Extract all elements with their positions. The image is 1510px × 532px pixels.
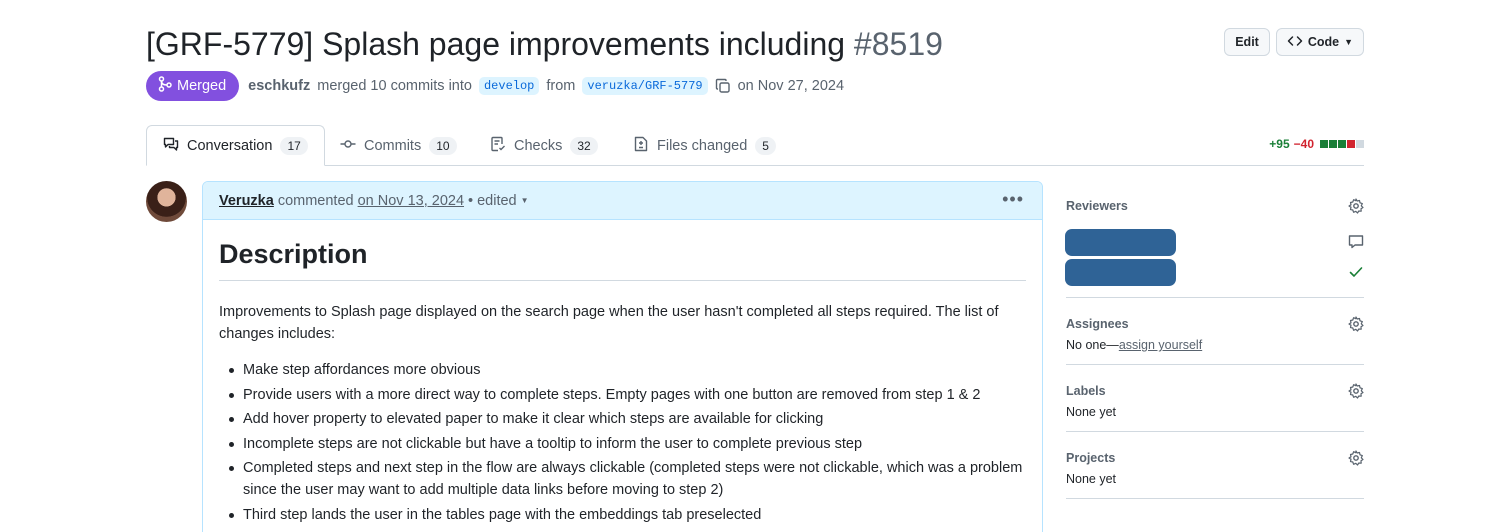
checklist-icon	[490, 136, 506, 156]
tab-checks-count: 32	[570, 136, 598, 155]
pr-tabs: Conversation 17 Commits 10 Checks 32 Fil…	[146, 125, 1364, 166]
gear-icon[interactable]	[1348, 383, 1364, 404]
comment-header: Veruzka commented on Nov 13, 2024 • edit…	[203, 182, 1042, 220]
diff-block	[1338, 140, 1346, 148]
edit-button-label: Edit	[1235, 35, 1259, 49]
redacted-reviewer	[1065, 229, 1176, 256]
diff-blocks	[1320, 140, 1364, 148]
tab-conversation-label: Conversation	[187, 137, 273, 154]
check-icon	[1348, 264, 1364, 285]
projects-value: None yet	[1066, 472, 1117, 486]
header-actions: Edit Code ▼	[1224, 28, 1364, 56]
diff-block	[1347, 140, 1355, 148]
assignees-heading: Assignees	[1066, 317, 1129, 331]
conversation-icon	[163, 136, 179, 156]
pr-title-text: [GRF-5779] Splash page improvements incl…	[146, 26, 846, 62]
assign-yourself-link[interactable]: assign yourself	[1119, 338, 1202, 352]
pr-title: [GRF-5779] Splash page improvements incl…	[146, 24, 1364, 64]
tab-commits-count: 10	[429, 136, 457, 155]
reviewer-row[interactable]	[1065, 227, 1364, 257]
tab-conversation[interactable]: Conversation 17	[146, 125, 325, 166]
reviewers-heading: Reviewers	[1066, 199, 1128, 213]
kebab-menu-icon[interactable]: •••	[1002, 190, 1024, 208]
list-item: Completed steps and next step in the flo…	[219, 457, 1026, 501]
comment-author[interactable]: Veruzka	[219, 193, 274, 209]
copy-icon[interactable]	[715, 78, 731, 94]
diff-block	[1329, 140, 1337, 148]
list-item: Add hover property to elevated paper to …	[219, 408, 1026, 430]
state-label: Merged	[177, 78, 227, 94]
labels-section: Labels None yet	[1066, 377, 1364, 432]
from-text: from	[546, 78, 576, 94]
diff-block	[1320, 140, 1328, 148]
labels-value: None yet	[1066, 405, 1117, 419]
code-icon	[1287, 33, 1303, 52]
gear-icon[interactable]	[1348, 450, 1364, 471]
list-item: Make step affordances more obvious	[219, 359, 1026, 381]
tab-files-changed-count: 5	[755, 136, 776, 155]
merge-icon	[158, 76, 172, 96]
pr-number: #8519	[853, 26, 943, 62]
projects-heading: Projects	[1066, 451, 1116, 465]
list-item: Provide users with a more direct way to …	[219, 384, 1026, 406]
diffstat[interactable]: +95 −40	[1269, 137, 1364, 151]
pull-request-page: [GRF-5779] Splash page improvements incl…	[0, 0, 1510, 532]
tab-commits-label: Commits	[364, 137, 422, 154]
gear-icon[interactable]	[1348, 198, 1364, 219]
commit-icon	[340, 136, 356, 156]
redacted-reviewer	[1065, 259, 1176, 286]
head-branch[interactable]: veruzka/GRF-5779	[582, 77, 708, 95]
pr-description-comment: Veruzka commented on Nov 13, 2024 • edit…	[202, 181, 1043, 532]
comment-date[interactable]: on Nov 13, 2024	[358, 193, 464, 209]
pr-header: [GRF-5779] Splash page improvements incl…	[146, 24, 1364, 66]
description-heading: Description	[219, 238, 1026, 281]
edited-label: edited	[477, 192, 517, 209]
merge-action-text: merged 10 commits into	[317, 78, 472, 94]
chevron-down-icon: ▼	[520, 196, 529, 205]
chevron-down-icon: ▼	[1344, 37, 1353, 47]
tab-files-changed[interactable]: Files changed 5	[617, 125, 792, 166]
tab-files-changed-label: Files changed	[657, 137, 748, 154]
edited-dropdown[interactable]: edited ▼	[477, 193, 528, 209]
tab-conversation-count: 17	[280, 136, 308, 155]
edit-button[interactable]: Edit	[1224, 28, 1270, 56]
merger-username[interactable]: eschkufz	[248, 78, 310, 94]
pr-sidebar: Reviewers Assignees No one—assign yourse…	[1065, 185, 1364, 499]
list-item: Third step lands the user in the tables …	[219, 504, 1026, 526]
assignees-none: No one—	[1066, 338, 1119, 352]
assignees-value: No one—assign yourself	[1066, 338, 1364, 352]
projects-section: Projects None yet	[1066, 444, 1364, 499]
reviewers-section: Reviewers	[1065, 185, 1364, 298]
tab-checks[interactable]: Checks 32	[474, 125, 614, 166]
merged-state-badge: Merged	[146, 71, 240, 101]
diff-block	[1356, 140, 1364, 148]
code-button[interactable]: Code ▼	[1275, 28, 1364, 56]
diff-deletions: −40	[1293, 137, 1314, 151]
pr-meta: Merged eschkufz merged 10 commits into d…	[146, 71, 844, 101]
avatar[interactable]	[146, 181, 187, 222]
code-button-label: Code	[1307, 35, 1340, 49]
comment-icon	[1348, 234, 1364, 255]
merge-date: on Nov 27, 2024	[737, 78, 845, 94]
tab-commits[interactable]: Commits 10	[324, 125, 473, 166]
list-item: Incomplete steps are not clickable but h…	[219, 433, 1026, 455]
tab-checks-label: Checks	[514, 137, 563, 154]
comment-verb: commented	[277, 192, 354, 209]
reviewer-row[interactable]	[1065, 257, 1364, 287]
file-diff-icon	[633, 136, 649, 156]
assignees-section: Assignees No one—assign yourself	[1066, 310, 1364, 365]
gear-icon[interactable]	[1348, 316, 1364, 337]
comment-body: Description Improvements to Splash page …	[203, 220, 1042, 532]
comment-separator: •	[468, 192, 474, 209]
diff-additions: +95	[1269, 137, 1290, 151]
labels-heading: Labels	[1066, 384, 1106, 398]
description-intro: Improvements to Splash page displayed on…	[219, 304, 999, 342]
changes-list: Make step affordances more obvious Provi…	[219, 359, 1026, 526]
base-branch[interactable]: develop	[478, 77, 540, 95]
